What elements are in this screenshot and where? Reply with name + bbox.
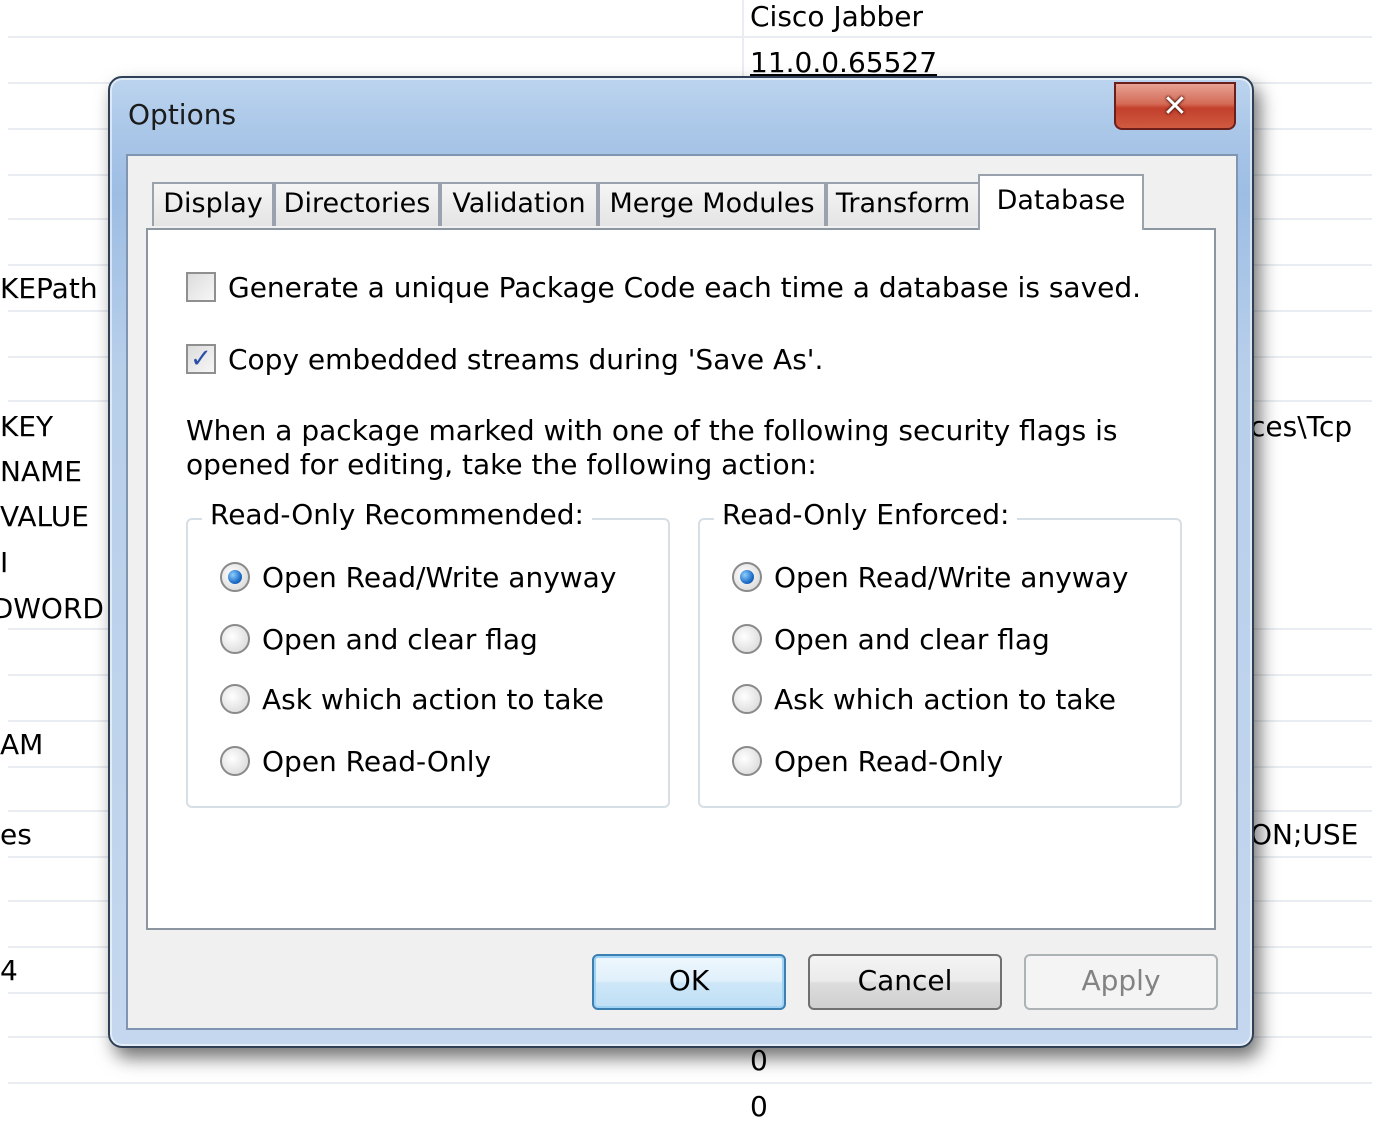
generate-package-code-checkbox[interactable]	[186, 272, 216, 302]
radio-button[interactable]	[220, 746, 250, 776]
database-tab-panel: Generate a unique Package Code each time…	[146, 228, 1216, 930]
tab-transform[interactable]: Transform	[826, 182, 980, 226]
table-cell: AM	[0, 728, 44, 761]
tab-validation[interactable]: Validation	[440, 182, 598, 226]
radio-label: Open Read-Only	[774, 744, 1004, 778]
check-icon: ✓	[190, 344, 212, 374]
security-flags-description: When a package marked with one of the fo…	[186, 414, 1118, 481]
table-cell: DWORD	[0, 592, 104, 625]
copy-embedded-streams-checkbox[interactable]: ✓	[186, 344, 216, 374]
checkbox-label: Generate a unique Package Code each time…	[228, 270, 1142, 304]
group-legend: Read-Only Recommended:	[202, 498, 592, 531]
radio-button[interactable]	[732, 746, 762, 776]
options-dialog: Options ✕ Display Directories Validation…	[108, 76, 1254, 1048]
radio-button[interactable]	[220, 624, 250, 654]
radio-button[interactable]	[732, 684, 762, 714]
table-cell: I	[0, 546, 9, 579]
apply-button[interactable]: Apply	[1024, 954, 1218, 1010]
table-cell: KEPath	[0, 272, 98, 305]
row-divider	[8, 1082, 1372, 1084]
enforced-open-read-only-radio[interactable]: Open Read-Only	[732, 744, 1003, 778]
close-icon: ✕	[1162, 88, 1188, 124]
enforced-open-read-write-radio[interactable]: Open Read/Write anyway	[732, 560, 1128, 594]
radio-label: Open and clear flag	[262, 622, 538, 656]
table-cell: es	[0, 818, 32, 851]
dialog-title: Options	[128, 98, 237, 131]
read-only-enforced-group: Read-Only Enforced: Open Read/Write anyw…	[698, 498, 1182, 808]
tab-merge-modules[interactable]: Merge Modules	[598, 182, 826, 226]
tab-database[interactable]: Database	[978, 174, 1144, 230]
row-divider	[8, 36, 1372, 38]
radio-label: Open Read/Write anyway	[262, 560, 617, 594]
radio-label: Open Read/Write anyway	[774, 560, 1129, 594]
generate-package-code-checkbox-row[interactable]: Generate a unique Package Code each time…	[186, 270, 1141, 304]
table-cell: ces\Tcp	[1250, 410, 1353, 443]
radio-label: Open and clear flag	[774, 622, 1050, 656]
tab-display[interactable]: Display	[152, 182, 274, 226]
copy-embedded-streams-checkbox-row[interactable]: ✓ Copy embedded streams during 'Save As'…	[186, 342, 823, 376]
tab-directories[interactable]: Directories	[274, 182, 440, 226]
table-cell: 4	[0, 954, 18, 987]
recommended-ask-action-radio[interactable]: Ask which action to take	[220, 682, 604, 716]
table-cell: ON;USE	[1250, 818, 1359, 851]
radio-button[interactable]	[732, 624, 762, 654]
enforced-open-clear-flag-radio[interactable]: Open and clear flag	[732, 622, 1050, 656]
radio-button[interactable]	[220, 684, 250, 714]
recommended-open-read-only-radio[interactable]: Open Read-Only	[220, 744, 491, 778]
ok-button[interactable]: OK	[592, 954, 786, 1010]
radio-label: Open Read-Only	[262, 744, 492, 778]
close-button[interactable]: ✕	[1114, 82, 1236, 130]
table-cell: Cisco Jabber	[750, 0, 924, 33]
radio-dot-icon	[228, 570, 242, 584]
radio-label: Ask which action to take	[774, 682, 1117, 716]
checkbox-label: Copy embedded streams during 'Save As'.	[228, 342, 824, 376]
cancel-button[interactable]: Cancel	[808, 954, 1002, 1010]
table-cell: VALUE	[0, 500, 89, 533]
radio-dot-icon	[740, 570, 754, 584]
enforced-ask-action-radio[interactable]: Ask which action to take	[732, 682, 1116, 716]
radio-button[interactable]	[732, 562, 762, 592]
table-cell: NAME	[0, 455, 82, 488]
recommended-open-clear-flag-radio[interactable]: Open and clear flag	[220, 622, 538, 656]
table-cell: KEY	[0, 410, 54, 443]
read-only-recommended-group: Read-Only Recommended: Open Read/Write a…	[186, 498, 670, 808]
table-cell: 0	[750, 1044, 768, 1077]
group-legend: Read-Only Enforced:	[714, 498, 1018, 531]
recommended-open-read-write-radio[interactable]: Open Read/Write anyway	[220, 560, 616, 594]
radio-label: Ask which action to take	[262, 682, 605, 716]
table-cell: 11.0.0.65527	[750, 46, 938, 79]
radio-button[interactable]	[220, 562, 250, 592]
